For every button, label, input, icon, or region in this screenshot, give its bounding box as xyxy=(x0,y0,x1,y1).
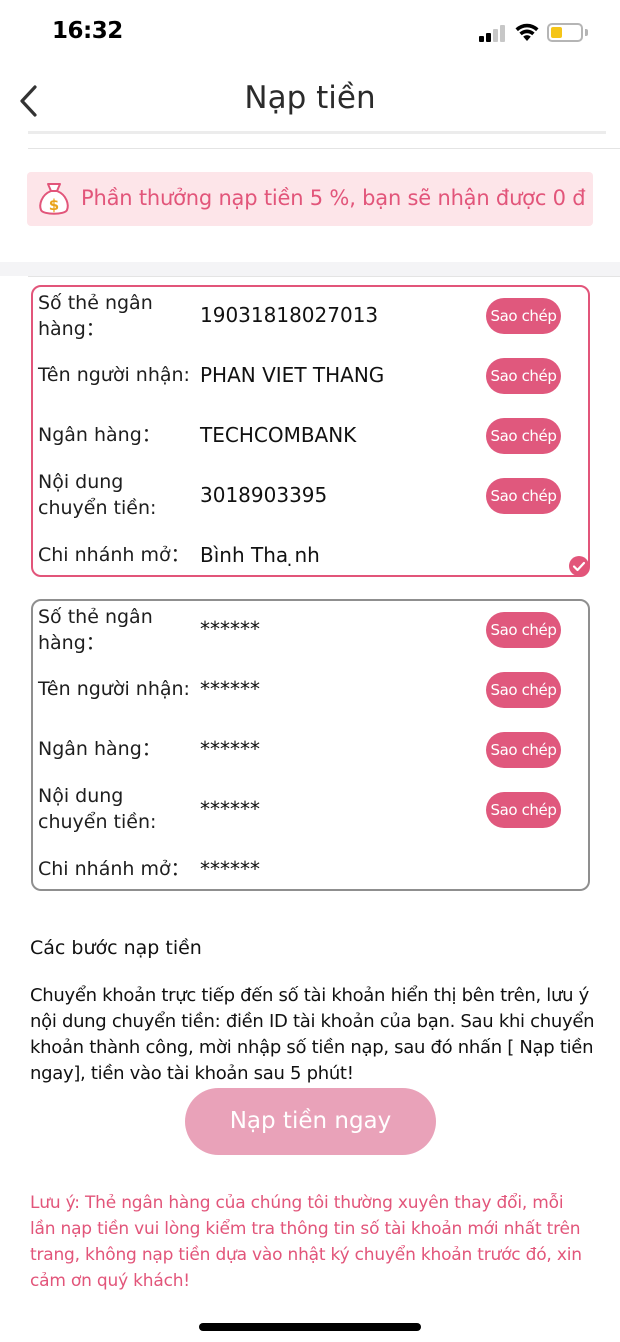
bank-account-card-selected[interactable]: Số thẻ ngân hàng： 19031818027013 Sao ché… xyxy=(31,285,590,577)
recipient-name-row: Tên người nhận: PHAN VIET THANG Sao chép xyxy=(33,347,588,407)
page-title: Nạp tiền xyxy=(244,80,376,116)
bank-name-value: ****** xyxy=(200,737,260,761)
copy-transfer-content-button[interactable]: Sao chép xyxy=(486,792,561,828)
recipient-name-row: Tên người nhận: ****** Sao chép xyxy=(33,661,588,721)
deposit-now-button[interactable]: Nạp tiền ngay xyxy=(185,1088,436,1155)
branch-label: Chi nhánh mở： xyxy=(38,544,190,566)
card-number-label: Số thẻ ngân hàng： xyxy=(38,292,153,340)
transfer-content-value: ****** xyxy=(200,797,260,821)
branch-row: Chi nhánh mở： ****** xyxy=(33,841,588,901)
divider xyxy=(28,148,620,149)
transfer-content-value: 3018903395 xyxy=(200,483,328,507)
card-number-row: Số thẻ ngân hàng： 19031818027013 Sao ché… xyxy=(33,287,588,347)
bonus-banner: $ Phần thưởng nạp tiền 5 %, bạn sẽ nhận … xyxy=(27,172,593,226)
bank-name-label: Ngân hàng： xyxy=(38,738,161,760)
section-separator xyxy=(0,262,620,276)
card-number-row: Số thẻ ngân hàng： ****** Sao chép xyxy=(33,601,588,661)
transfer-content-label: Nội dung chuyển tiền: xyxy=(38,785,157,833)
svg-text:$: $ xyxy=(49,196,59,214)
steps-body: Chuyển khoản trực tiếp đến số tài khoản … xyxy=(30,985,595,1084)
header-divider xyxy=(28,131,606,134)
branch-label: Chi nhánh mở： xyxy=(38,858,190,880)
recipient-name-label: Tên người nhận: xyxy=(38,678,190,700)
selected-check-icon xyxy=(569,556,589,576)
recipient-name-label: Tên người nhận: xyxy=(38,364,190,386)
home-indicator[interactable] xyxy=(199,1323,421,1331)
card-number-label: Số thẻ ngân hàng： xyxy=(38,606,153,654)
copy-card-number-button[interactable]: Sao chép xyxy=(486,298,561,334)
copy-recipient-name-button[interactable]: Sao chép xyxy=(486,358,561,394)
copy-recipient-name-button[interactable]: Sao chép xyxy=(486,672,561,708)
bank-name-row: Ngân hàng： TECHCOMBANK Sao chép xyxy=(33,407,588,467)
status-bar: 16:32 xyxy=(0,0,620,70)
transfer-content-row: Nội dung chuyển tiền: ****** Sao chép xyxy=(33,781,588,841)
copy-transfer-content-button[interactable]: Sao chép xyxy=(486,478,561,514)
bank-account-card[interactable]: Số thẻ ngân hàng： ****** Sao chép Tên ng… xyxy=(31,599,590,891)
money-bag-icon: $ xyxy=(39,183,69,215)
branch-value: ****** xyxy=(200,857,260,881)
bank-name-value: TECHCOMBANK xyxy=(200,423,357,447)
divider xyxy=(28,276,620,277)
transfer-content-label: Nội dung chuyển tiền: xyxy=(38,471,157,519)
wifi-icon xyxy=(515,23,539,41)
branch-row: Chi nhánh mở： Bình Tha ̣nh xyxy=(33,527,588,587)
bonus-text: Phần thưởng nạp tiền 5 %, bạn sẽ nhận đư… xyxy=(81,186,586,210)
bank-name-row: Ngân hàng： ****** Sao chép xyxy=(33,721,588,781)
status-time: 16:32 xyxy=(52,18,123,44)
card-number-value: ****** xyxy=(200,617,260,641)
recipient-name-value: PHAN VIET THANG xyxy=(200,363,385,387)
copy-bank-name-button[interactable]: Sao chép xyxy=(486,732,561,768)
copy-card-number-button[interactable]: Sao chép xyxy=(486,612,561,648)
steps-title: Các bước nạp tiền xyxy=(30,937,202,959)
bank-name-label: Ngân hàng： xyxy=(38,424,161,446)
card-number-value: 19031818027013 xyxy=(200,303,379,327)
battery-icon xyxy=(547,23,583,42)
header: Nạp tiền xyxy=(0,70,620,134)
transfer-content-row: Nội dung chuyển tiền: 3018903395 Sao ché… xyxy=(33,467,588,527)
cellular-signal-icon xyxy=(479,24,507,42)
warning-note: Lưu ý: Thẻ ngân hàng của chúng tôi thườn… xyxy=(30,1193,582,1291)
branch-value: Bình Tha ̣nh xyxy=(200,543,320,567)
recipient-name-value: ****** xyxy=(200,677,260,701)
copy-bank-name-button[interactable]: Sao chép xyxy=(486,418,561,454)
battery-tip xyxy=(585,29,588,36)
